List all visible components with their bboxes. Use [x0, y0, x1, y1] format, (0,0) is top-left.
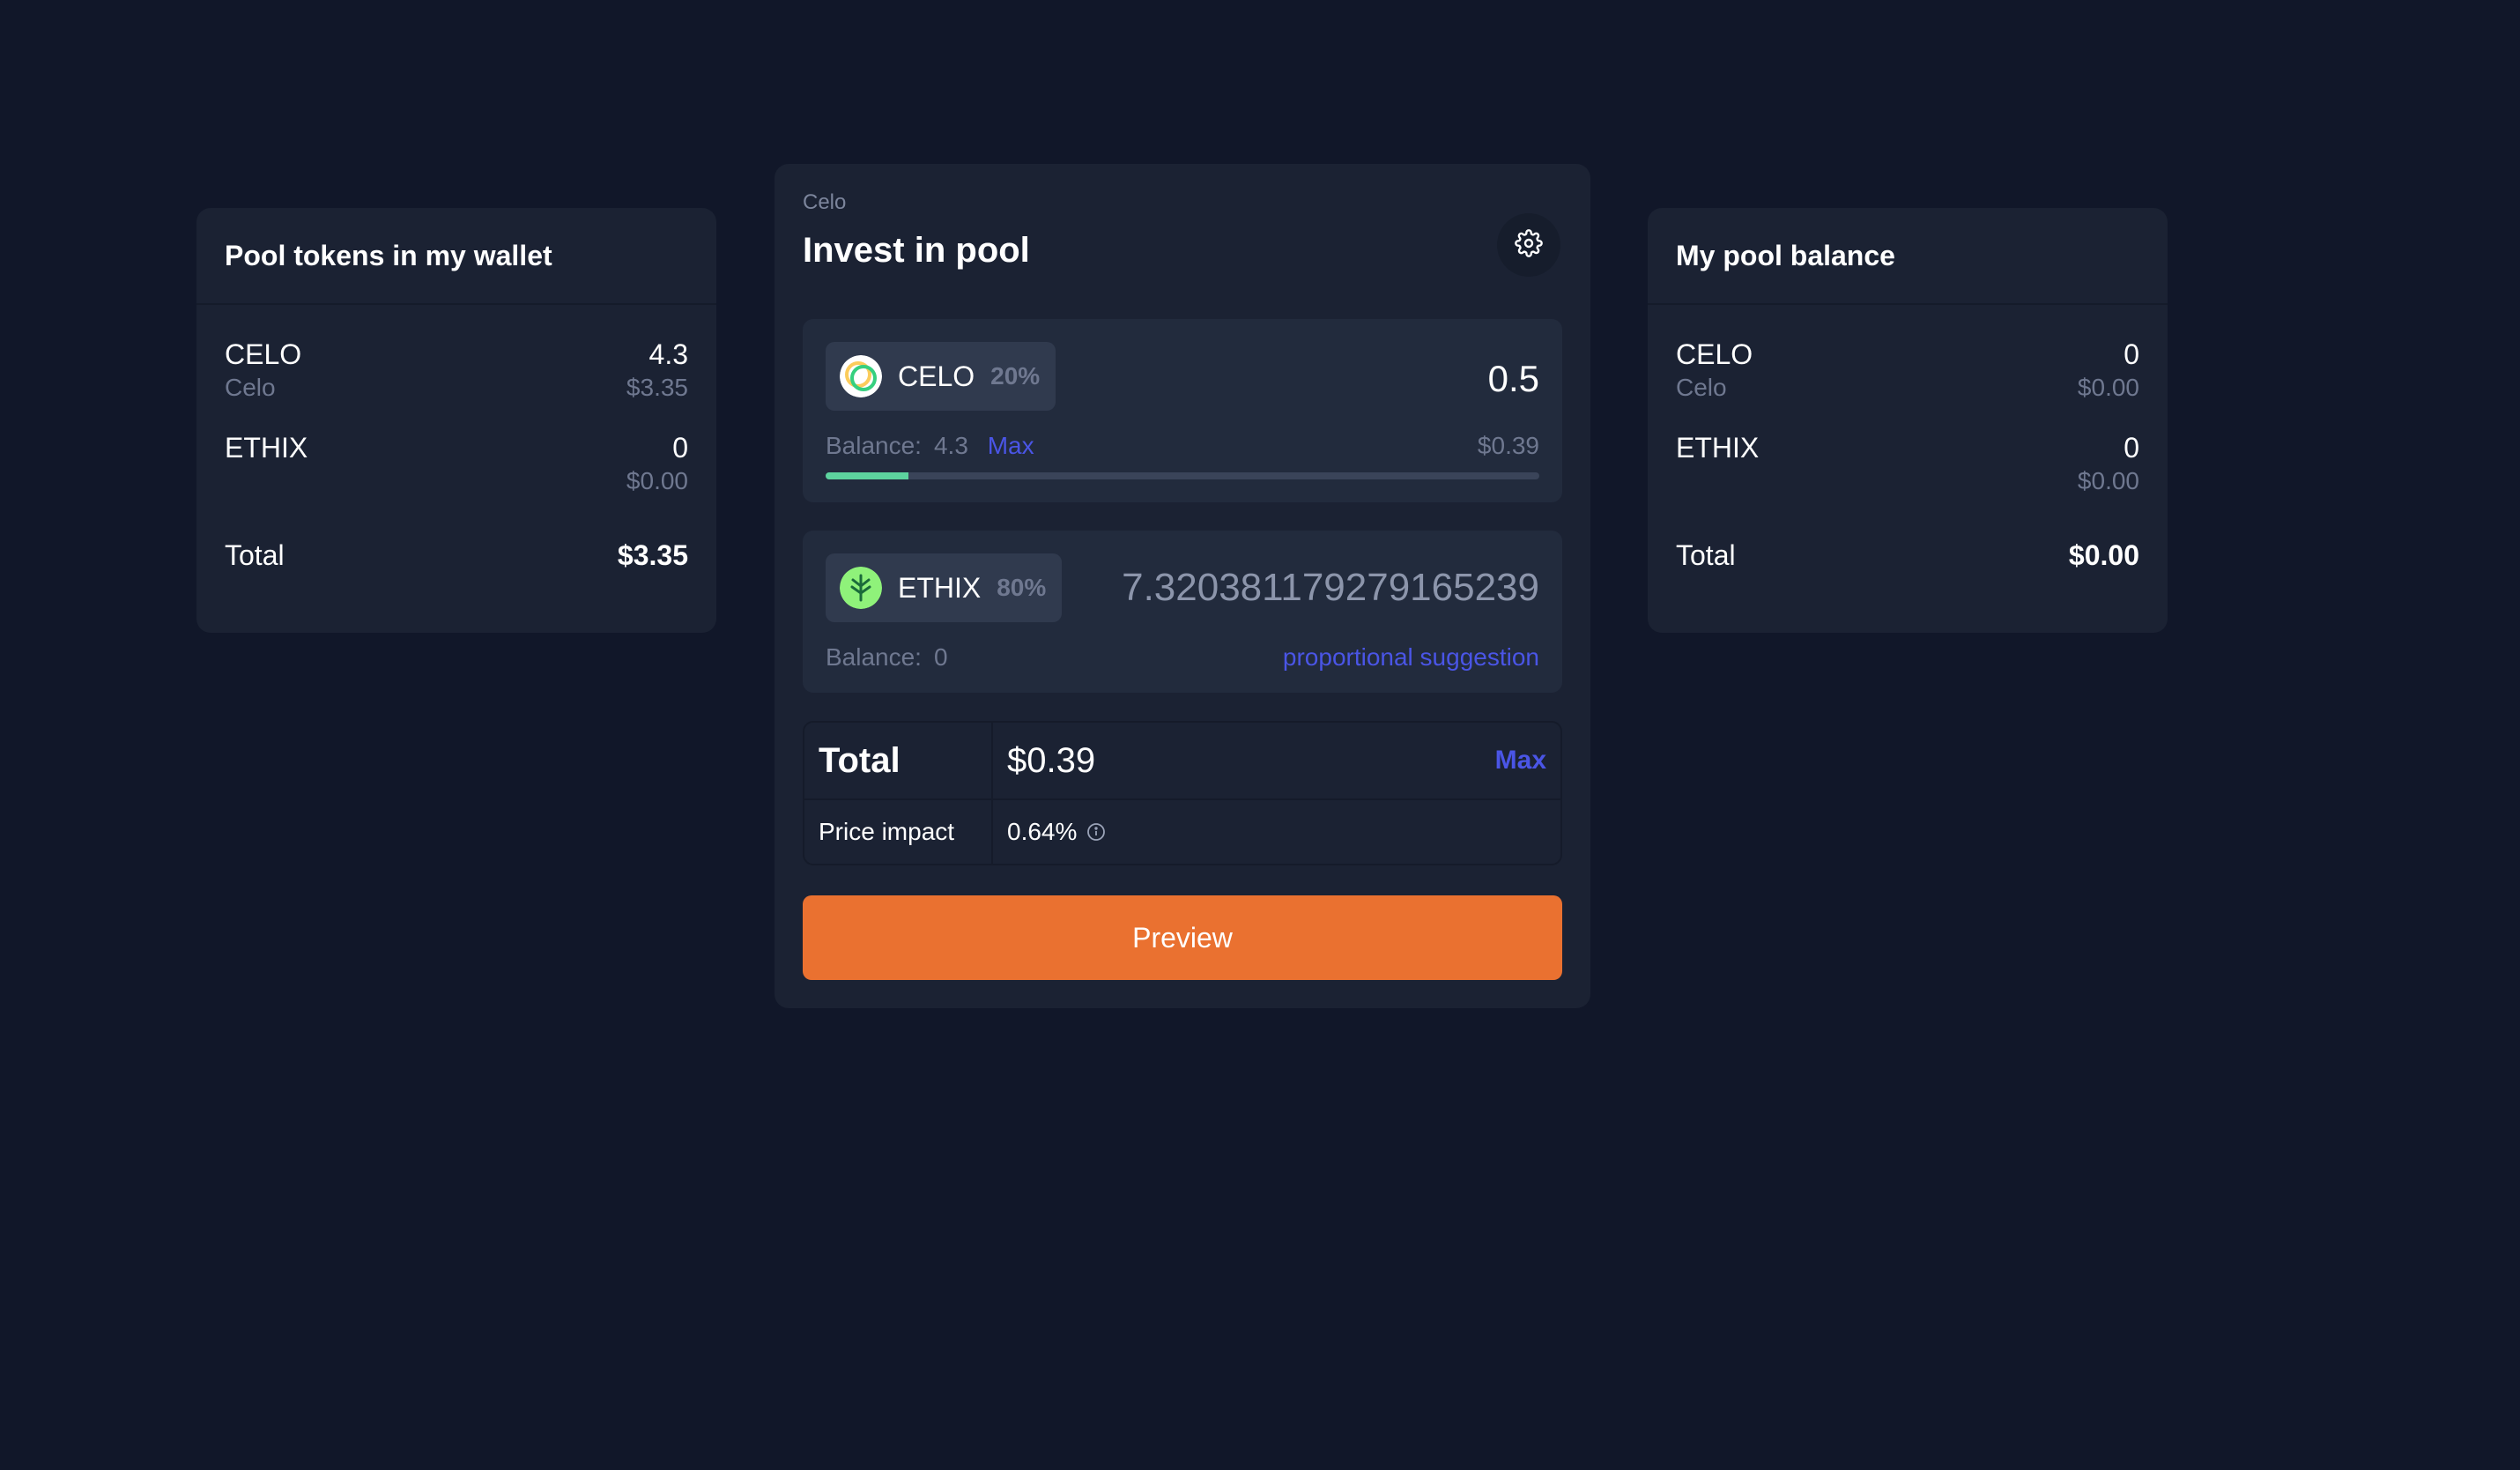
token-symbol: ETHIX — [1676, 432, 1760, 464]
total-value: $0.00 — [2068, 539, 2139, 571]
token-weight: 80% — [997, 574, 1047, 601]
celo-amount-input[interactable]: 0.5 — [1488, 358, 1539, 400]
max-link[interactable]: Max — [988, 432, 1034, 459]
token-weight: 20% — [990, 362, 1041, 390]
total-row: Total $0.39 Max — [804, 723, 1560, 800]
celo-logo-icon — [840, 355, 882, 397]
total-label: Total — [225, 539, 285, 571]
celo-usd-value: $0.39 — [1477, 432, 1539, 459]
token-name: Celo — [225, 374, 276, 401]
total-value: $0.39 — [1007, 740, 1096, 780]
total-row: Total $0.00 — [1676, 539, 2139, 572]
celo-input-box: CELO 20% 0.5 Balance: 4.3 Max $0.39 — [803, 319, 1562, 502]
panel-title: Pool tokens in my wallet — [196, 208, 716, 305]
token-amount: 4.3 — [649, 338, 688, 370]
ethix-token-selector[interactable]: ETHIX 80% — [826, 553, 1063, 622]
token-symbol: CELO — [898, 360, 975, 392]
info-icon[interactable] — [1086, 821, 1107, 843]
token-usd-value: $0.00 — [2077, 467, 2139, 494]
pool-balance-panel: My pool balance CELO Celo 0 $0.00 ETHIX … — [1648, 208, 2168, 633]
token-symbol: CELO — [225, 338, 302, 370]
invest-summary-table: Total $0.39 Max Price impact 0.64% — [803, 721, 1562, 865]
token-row: ETHIX 0 $0.00 — [225, 430, 688, 497]
balance-label: Balance: — [826, 432, 922, 459]
price-impact-label: Price impact — [804, 800, 993, 864]
balance-label: Balance: — [826, 643, 922, 671]
total-label: Total — [804, 723, 993, 798]
celo-balance: Balance: 4.3 Max — [826, 432, 1034, 460]
total-label: Total — [1676, 539, 1736, 571]
token-symbol: ETHIX — [225, 432, 308, 464]
ethix-amount-input[interactable]: 7.320381179279165239 — [1122, 566, 1539, 610]
max-total-link[interactable]: Max — [1495, 746, 1546, 776]
celo-token-selector[interactable]: CELO 20% — [826, 342, 1056, 411]
ethix-input-box: ETHIX 80% 7.320381179279165239 Balance: 0… — [803, 531, 1562, 693]
token-amount: 0 — [2123, 432, 2139, 464]
gear-icon — [1515, 228, 1543, 262]
token-usd-value: $0.00 — [626, 467, 688, 494]
price-impact-cell: 0.64% — [993, 800, 1560, 864]
token-row: CELO Celo 4.3 $3.35 — [225, 337, 688, 404]
balance-progress-bar — [826, 472, 1539, 479]
total-cell: $0.39 Max — [993, 723, 1560, 798]
ethix-balance: Balance: 0 — [826, 643, 948, 672]
token-amount: 0 — [672, 432, 688, 464]
token-name: Celo — [1676, 374, 1727, 401]
wallet-tokens-panel: Pool tokens in my wallet CELO Celo 4.3 $… — [196, 208, 716, 633]
token-amount: 0 — [2123, 338, 2139, 370]
breadcrumb: Celo — [803, 190, 847, 214]
price-impact-row: Price impact 0.64% — [804, 800, 1560, 864]
preview-button[interactable]: Preview — [803, 895, 1562, 980]
proportional-suggestion-link[interactable]: proportional suggestion — [1283, 643, 1539, 672]
ethix-logo-icon — [840, 567, 882, 609]
token-row: ETHIX 0 $0.00 — [1676, 430, 2139, 497]
balance-value: 4.3 — [933, 432, 968, 459]
balance-value: 0 — [933, 643, 948, 671]
settings-button[interactable] — [1497, 213, 1560, 277]
total-row: Total $3.35 — [225, 539, 688, 572]
price-impact-value: 0.64% — [1007, 818, 1078, 845]
invest-card: Celo Invest in pool CELO 20% 0.5 Balance… — [775, 164, 1590, 1008]
token-usd-value: $0.00 — [2077, 374, 2139, 401]
token-symbol: ETHIX — [898, 571, 982, 604]
token-usd-value: $3.35 — [626, 374, 688, 401]
balance-progress-fill — [826, 472, 908, 479]
page-title: Invest in pool — [803, 231, 1030, 270]
panel-title: My pool balance — [1648, 208, 2168, 305]
total-value: $3.35 — [617, 539, 688, 571]
token-row: CELO Celo 0 $0.00 — [1676, 337, 2139, 404]
token-symbol: CELO — [1676, 338, 1753, 370]
